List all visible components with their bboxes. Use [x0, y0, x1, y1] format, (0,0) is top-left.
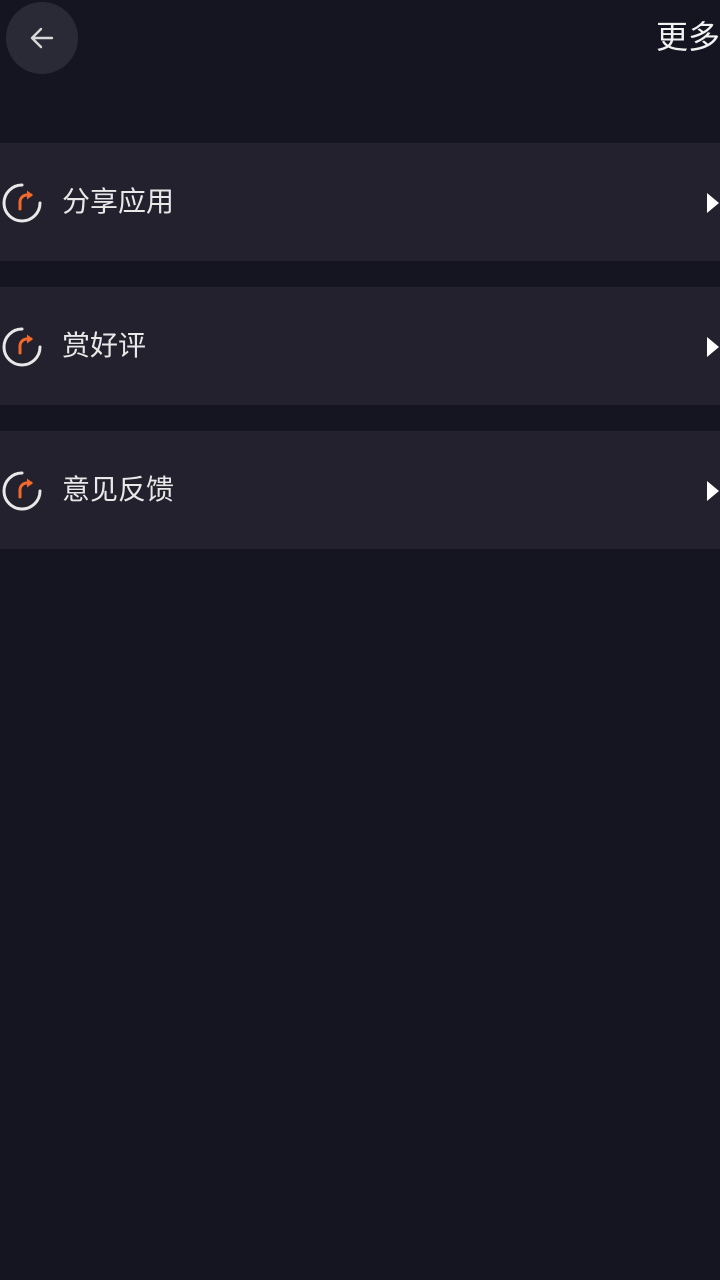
page-title: 更多	[655, 18, 720, 56]
refresh-arrow-icon	[2, 183, 42, 223]
header-bar: 更多	[0, 0, 720, 76]
arrow-left-icon	[30, 27, 54, 49]
triangle-right-icon	[707, 337, 719, 357]
menu-item-label: 赏好评	[62, 329, 147, 362]
menu-item-label: 意见反馈	[62, 473, 175, 506]
menu-item-rate-app[interactable]: 赏好评	[0, 287, 720, 405]
refresh-arrow-icon	[2, 327, 42, 367]
triangle-right-icon	[707, 193, 719, 213]
back-button[interactable]	[6, 2, 78, 74]
refresh-arrow-icon	[2, 471, 42, 511]
menu-item-feedback[interactable]: 意见反馈	[0, 431, 720, 549]
menu-item-label: 分享应用	[62, 185, 175, 218]
menu-item-share-app[interactable]: 分享应用	[0, 143, 720, 261]
triangle-right-icon	[707, 481, 719, 501]
